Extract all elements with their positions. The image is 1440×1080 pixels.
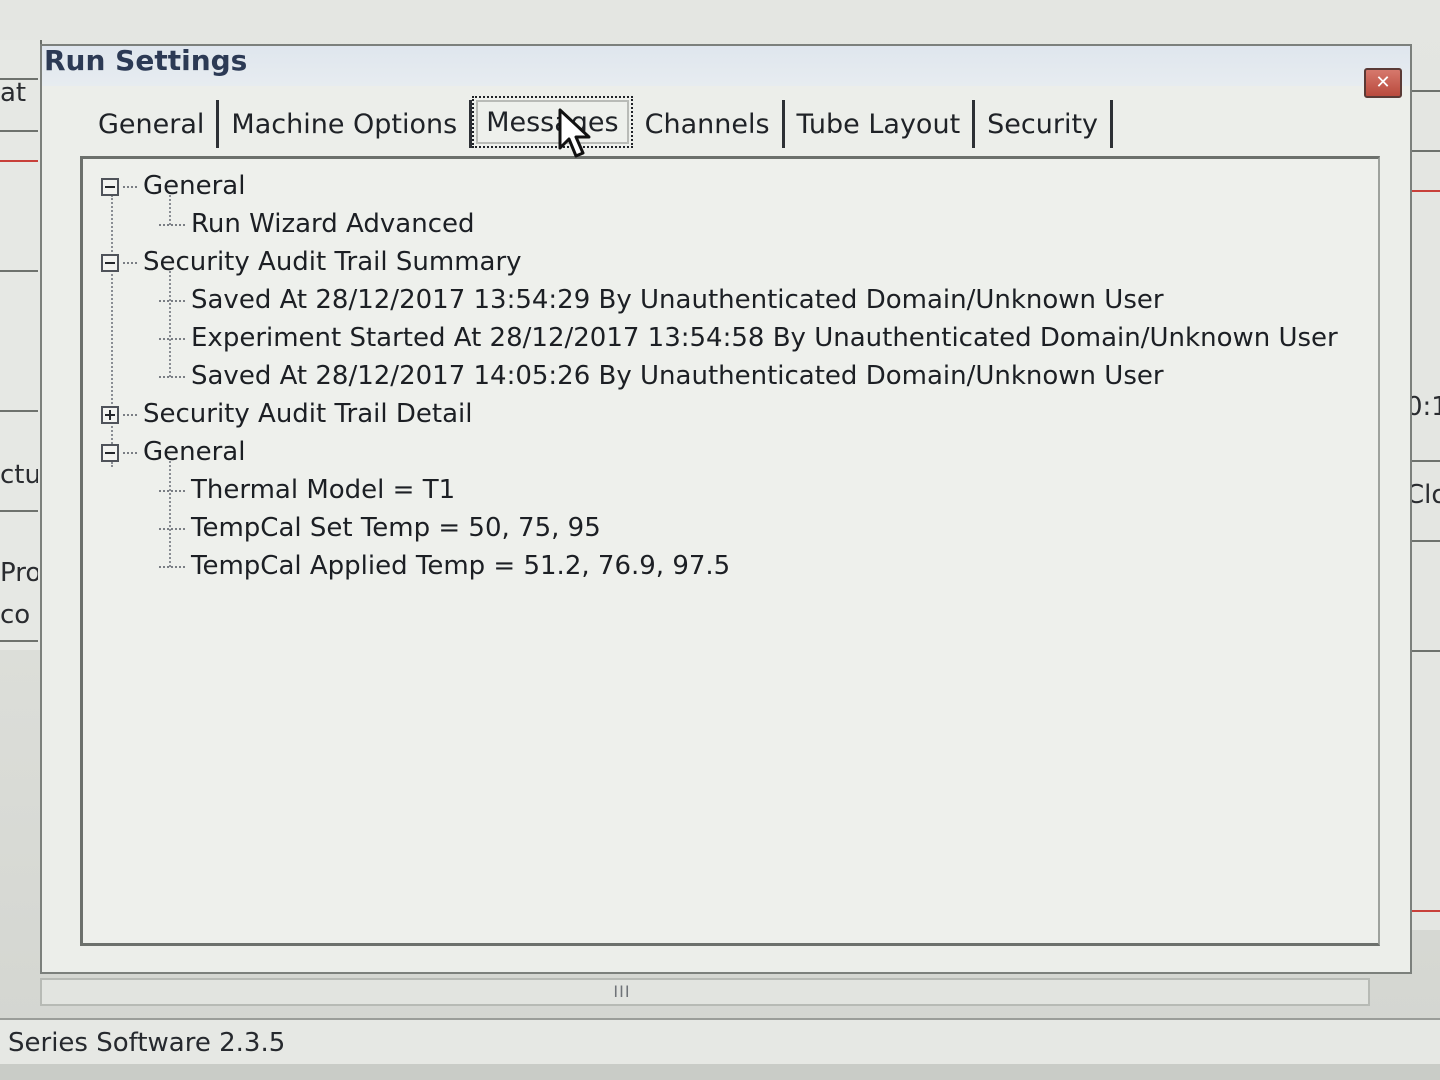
tab-messages[interactable]: Messages (472, 96, 633, 148)
dialog-titlebar[interactable]: Run Settings ✕ (42, 44, 1410, 98)
close-button[interactable]: ✕ (1364, 68, 1402, 98)
dialog-title: Run Settings (44, 44, 248, 77)
tree-leaf[interactable]: Experiment Started At 28/12/2017 13:54:5… (101, 319, 1338, 357)
messages-tree: General Run Wizard Advanced Security Aud… (101, 167, 1338, 585)
tab-security[interactable]: Security (975, 100, 1114, 148)
mouse-pointer-icon (558, 108, 591, 158)
tree-leaf-label: Experiment Started At 28/12/2017 13:54:5… (191, 323, 1338, 353)
collapse-icon[interactable] (101, 443, 119, 462)
status-bar: Series Software 2.3.5 (0, 1018, 1440, 1070)
tree-leaf-label: Run Wizard Advanced (191, 209, 475, 239)
horizontal-scrollbar[interactable]: III (40, 978, 1370, 1006)
tree-node-label: Security Audit Trail Summary (143, 247, 522, 277)
collapse-icon[interactable] (101, 177, 119, 196)
tab-machine-options[interactable]: Machine Options (219, 100, 473, 148)
tree-leaf-label: TempCal Applied Temp = 51.2, 76.9, 97.5 (191, 551, 731, 581)
tree-leaf-label: Saved At 28/12/2017 13:54:29 By Unauthen… (191, 285, 1164, 315)
tab-channels[interactable]: Channels (633, 100, 785, 148)
tree-leaf-label: Thermal Model = T1 (191, 475, 456, 505)
screen: at ctu Pro co 0:1 Clo Run Settings ✕ Gen… (0, 0, 1440, 1080)
collapse-icon[interactable] (101, 253, 119, 272)
tree-leaf[interactable]: Run Wizard Advanced (101, 205, 1338, 243)
background-text: ctu (0, 460, 38, 490)
background-text: co (0, 600, 31, 630)
tree-node-label: General (143, 171, 246, 201)
tree-node-label: General (143, 437, 246, 467)
background-text: Pro (0, 558, 38, 588)
tree-leaf[interactable]: Saved At 28/12/2017 13:54:29 By Unauthen… (101, 281, 1338, 319)
tree-leaf[interactable]: Saved At 28/12/2017 14:05:26 By Unauthen… (101, 357, 1338, 395)
tab-general[interactable]: General (86, 100, 220, 148)
run-settings-dialog: Run Settings ✕ General Machine Options M… (40, 44, 1412, 974)
scrollbar-grip-icon[interactable]: III (602, 982, 642, 1002)
tree-leaf[interactable]: TempCal Set Temp = 50, 75, 95 (101, 509, 1338, 547)
background-app-left: at ctu Pro co (0, 40, 42, 650)
tree-leaf[interactable]: Thermal Model = T1 (101, 471, 1338, 509)
tree-leaf-label: Saved At 28/12/2017 14:05:26 By Unauthen… (191, 361, 1164, 391)
tree-node-security-audit-trail-detail[interactable]: Security Audit Trail Detail (101, 395, 1338, 433)
background-text: at (0, 78, 27, 108)
tab-strip: General Machine Options Messages Channel… (86, 96, 1114, 148)
taskbar-edge (0, 1064, 1440, 1080)
tree-node-security-audit-trail-summary[interactable]: Security Audit Trail Summary (101, 243, 1338, 281)
status-text: Series Software 2.3.5 (8, 1028, 286, 1058)
close-icon: ✕ (1375, 72, 1391, 93)
tree-node-general[interactable]: General (101, 433, 1338, 471)
expand-icon[interactable] (101, 405, 119, 424)
tree-node-general[interactable]: General (101, 167, 1338, 205)
tree-node-label: Security Audit Trail Detail (143, 399, 473, 429)
tree-leaf-label: TempCal Set Temp = 50, 75, 95 (191, 513, 601, 543)
messages-tree-panel[interactable]: General Run Wizard Advanced Security Aud… (80, 156, 1380, 946)
tree-leaf[interactable]: TempCal Applied Temp = 51.2, 76.9, 97.5 (101, 547, 1338, 585)
tab-tube-layout[interactable]: Tube Layout (785, 100, 976, 148)
